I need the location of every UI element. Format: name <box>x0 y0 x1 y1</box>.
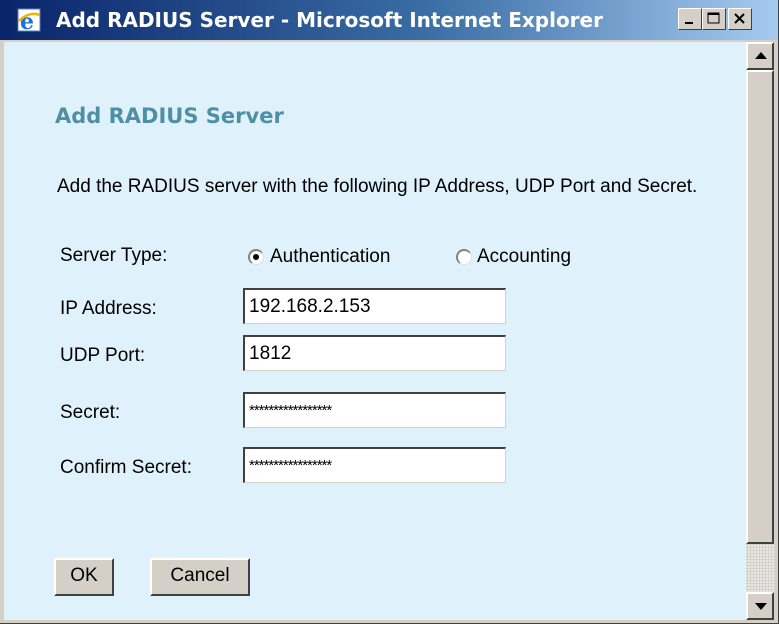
minimize-icon <box>685 22 693 24</box>
scroll-up-button[interactable] <box>746 42 774 70</box>
scroll-down-button[interactable] <box>746 592 774 620</box>
ok-button[interactable]: OK <box>54 558 114 596</box>
page-heading: Add RADIUS Server <box>55 104 284 128</box>
cancel-button[interactable]: Cancel <box>150 558 250 596</box>
page-content: Add RADIUS Server Add the RADIUS server … <box>4 42 746 620</box>
radio-authentication[interactable] <box>248 249 264 265</box>
radio-accounting[interactable] <box>456 249 472 265</box>
svg-text:e: e <box>20 9 34 33</box>
intro-text: Add the RADIUS server with the following… <box>57 176 698 197</box>
minimize-button[interactable] <box>678 8 702 30</box>
secret-label: Secret: <box>60 402 121 423</box>
ip-address-input[interactable] <box>243 288 506 324</box>
title-bar[interactable]: e Add RADIUS Server - Microsoft Internet… <box>0 0 778 40</box>
close-icon <box>734 13 745 24</box>
ip-address-label: IP Address: <box>60 298 157 319</box>
internet-explorer-icon: e <box>16 7 42 35</box>
close-button[interactable] <box>728 8 752 30</box>
browser-window: e Add RADIUS Server - Microsoft Internet… <box>0 0 779 624</box>
maximize-icon <box>707 12 720 24</box>
confirm-secret-input[interactable] <box>243 447 506 483</box>
vertical-scrollbar[interactable] <box>746 42 774 620</box>
scroll-up-arrow-icon <box>755 52 767 59</box>
scroll-down-arrow-icon <box>755 603 767 610</box>
scrollbar-thumb[interactable] <box>746 70 774 544</box>
server-type-label: Server Type: <box>60 245 168 266</box>
radio-authentication-label[interactable]: Authentication <box>270 246 390 268</box>
confirm-secret-label: Confirm Secret: <box>60 457 192 478</box>
window-title: Add RADIUS Server - Microsoft Internet E… <box>56 8 603 32</box>
maximize-button[interactable] <box>702 8 726 30</box>
radio-accounting-label[interactable]: Accounting <box>477 246 571 268</box>
secret-input[interactable] <box>243 392 506 428</box>
udp-port-input[interactable] <box>243 335 506 371</box>
udp-port-label: UDP Port: <box>60 345 146 366</box>
radio-selected-dot <box>253 254 259 260</box>
